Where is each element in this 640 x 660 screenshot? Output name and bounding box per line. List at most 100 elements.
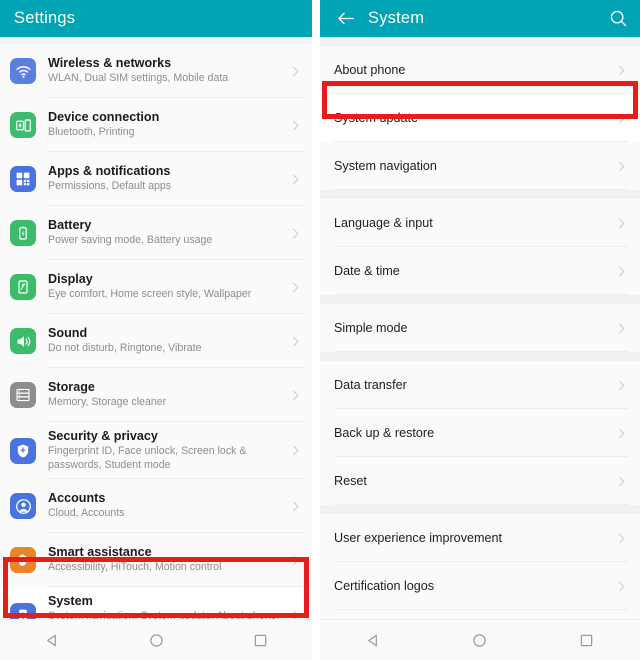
settings-item-title: Display bbox=[48, 272, 93, 287]
settings-item-subtitle: Memory, Storage cleaner bbox=[48, 396, 167, 409]
settings-item-subtitle: Power saving mode, Battery usage bbox=[48, 234, 213, 247]
system-item-simple-mode[interactable]: Simple mode bbox=[320, 304, 640, 352]
system-item-system-update[interactable]: System update bbox=[320, 94, 640, 142]
recents-square-icon[interactable] bbox=[564, 625, 610, 655]
settings-item-title: Battery bbox=[48, 218, 92, 233]
system-item-about-phone[interactable]: About phone bbox=[320, 46, 640, 94]
list-divider bbox=[334, 609, 628, 610]
android-navigation-bar-right bbox=[320, 619, 640, 660]
system-item-language-and-input[interactable]: Language & input bbox=[320, 199, 640, 247]
back-arrow-icon[interactable] bbox=[330, 8, 360, 30]
settings-item-sound[interactable]: Sound Do not disturb, Ringtone, Vibrate bbox=[0, 314, 312, 368]
settings-screen: Settings Wireless & networks WLAN, Dual S… bbox=[0, 0, 312, 660]
settings-item-text: Smart assistance Accessibility, HiTouch, … bbox=[48, 538, 284, 582]
list-divider bbox=[334, 351, 628, 352]
storage-icon bbox=[10, 382, 36, 408]
chevron-right-icon bbox=[614, 579, 628, 593]
chevron-right-icon bbox=[614, 426, 628, 440]
settings-item-subtitle: WLAN, Dual SIM settings, Mobile data bbox=[48, 72, 229, 85]
chevron-right-icon bbox=[614, 216, 628, 230]
dual-screenshot: Settings Wireless & networks WLAN, Dual S… bbox=[0, 0, 640, 660]
device-connection-icon bbox=[10, 112, 36, 138]
settings-item-smart-assistance[interactable]: Smart assistance Accessibility, HiTouch, … bbox=[0, 533, 312, 587]
chevron-right-icon bbox=[614, 159, 628, 173]
settings-item-battery[interactable]: Battery Power saving mode, Battery usage bbox=[0, 206, 312, 260]
settings-item-subtitle: Fingerprint ID, Face unlock, Screen lock… bbox=[48, 445, 247, 471]
system-item-label: Reset bbox=[334, 474, 367, 488]
settings-item-title: Storage bbox=[48, 380, 95, 395]
chevron-right-icon bbox=[614, 63, 628, 77]
settings-item-display[interactable]: Display Eye comfort, Home screen style, W… bbox=[0, 260, 312, 314]
settings-item-title: Smart assistance bbox=[48, 545, 152, 560]
settings-item-title: Sound bbox=[48, 326, 88, 341]
chevron-right-icon bbox=[614, 378, 628, 392]
system-screen: System About phone System update System na… bbox=[320, 0, 640, 660]
chevron-right-icon bbox=[288, 499, 302, 513]
system-item-back-up-and-restore[interactable]: Back up & restore bbox=[320, 409, 640, 457]
system-item-label: Back up & restore bbox=[334, 426, 435, 440]
system-settings-list[interactable]: About phone System update System navigatio… bbox=[320, 46, 640, 660]
system-item-date-and-time[interactable]: Date & time bbox=[320, 247, 640, 295]
system-item-label: Simple mode bbox=[334, 321, 408, 335]
chevron-right-icon bbox=[614, 111, 628, 125]
chevron-right-icon bbox=[288, 553, 302, 567]
settings-item-storage[interactable]: Storage Memory, Storage cleaner bbox=[0, 368, 312, 422]
system-appbar: System bbox=[320, 0, 640, 37]
wifi-icon bbox=[10, 58, 36, 84]
settings-item-text: Battery Power saving mode, Battery usage bbox=[48, 211, 284, 255]
settings-item-text: Storage Memory, Storage cleaner bbox=[48, 373, 284, 417]
display-icon bbox=[10, 274, 36, 300]
system-item-user-experience-improvement[interactable]: User experience improvement bbox=[320, 514, 640, 562]
section-separator bbox=[320, 352, 640, 361]
page-title: Settings bbox=[14, 9, 76, 27]
list-divider bbox=[334, 504, 628, 505]
chevron-right-icon bbox=[288, 118, 302, 132]
settings-item-subtitle: Permissions, Default apps bbox=[48, 180, 172, 193]
chevron-right-icon bbox=[288, 444, 302, 458]
settings-item-subtitle: Do not disturb, Ringtone, Vibrate bbox=[48, 342, 202, 355]
system-item-label: About phone bbox=[334, 63, 406, 77]
home-circle-icon[interactable] bbox=[457, 625, 503, 655]
chevron-right-icon bbox=[614, 474, 628, 488]
settings-item-device-connection[interactable]: Device connection Bluetooth, Printing bbox=[0, 98, 312, 152]
settings-item-title: Security & privacy bbox=[48, 429, 158, 443]
system-item-certification-logos[interactable]: Certification logos bbox=[320, 562, 640, 610]
chevron-right-icon bbox=[288, 172, 302, 186]
settings-item-apps-and-notifications[interactable]: Apps & notifications Permissions, Default… bbox=[0, 152, 312, 206]
chevron-right-icon bbox=[288, 64, 302, 78]
battery-icon bbox=[10, 220, 36, 246]
system-item-label: Data transfer bbox=[334, 378, 407, 392]
chevron-right-icon bbox=[288, 280, 302, 294]
apps-grid-icon bbox=[10, 166, 36, 192]
settings-item-title: Accounts bbox=[48, 491, 106, 506]
chevron-right-icon bbox=[288, 334, 302, 348]
settings-item-accounts[interactable]: Accounts Cloud, Accounts bbox=[0, 479, 312, 533]
system-item-label: Language & input bbox=[334, 216, 433, 230]
appbar-shadow-strip bbox=[0, 37, 312, 44]
settings-list[interactable]: Wireless & networks WLAN, Dual SIM settin… bbox=[0, 44, 312, 644]
settings-item-security-and-privacy[interactable]: Security & privacy Fingerprint ID, Face u… bbox=[0, 422, 312, 479]
system-item-data-transfer[interactable]: Data transfer bbox=[320, 361, 640, 409]
system-item-reset[interactable]: Reset bbox=[320, 457, 640, 505]
settings-item-wireless-and-networks[interactable]: Wireless & networks WLAN, Dual SIM settin… bbox=[0, 44, 312, 98]
settings-item-text: Accounts Cloud, Accounts bbox=[48, 484, 284, 528]
search-icon[interactable] bbox=[606, 7, 630, 31]
settings-item-subtitle: Accessibility, HiTouch, Motion control bbox=[48, 561, 222, 574]
settings-item-title: Apps & notifications bbox=[48, 164, 171, 179]
settings-item-subtitle: Bluetooth, Printing bbox=[48, 126, 135, 139]
settings-item-subtitle: Cloud, Accounts bbox=[48, 507, 125, 520]
back-triangle-icon[interactable] bbox=[29, 625, 75, 655]
settings-appbar: Settings bbox=[0, 0, 312, 37]
section-separator bbox=[320, 295, 640, 304]
list-divider bbox=[334, 294, 628, 295]
chevron-right-icon bbox=[614, 531, 628, 545]
back-triangle-icon[interactable] bbox=[350, 625, 396, 655]
home-circle-icon[interactable] bbox=[133, 625, 179, 655]
screen-separator bbox=[312, 0, 320, 660]
system-item-system-navigation[interactable]: System navigation bbox=[320, 142, 640, 190]
settings-item-text: Device connection Bluetooth, Printing bbox=[48, 103, 284, 147]
shield-icon bbox=[10, 437, 36, 464]
settings-item-title: Wireless & networks bbox=[48, 56, 172, 71]
settings-item-title: System bbox=[48, 594, 93, 608]
recents-square-icon[interactable] bbox=[237, 625, 283, 655]
